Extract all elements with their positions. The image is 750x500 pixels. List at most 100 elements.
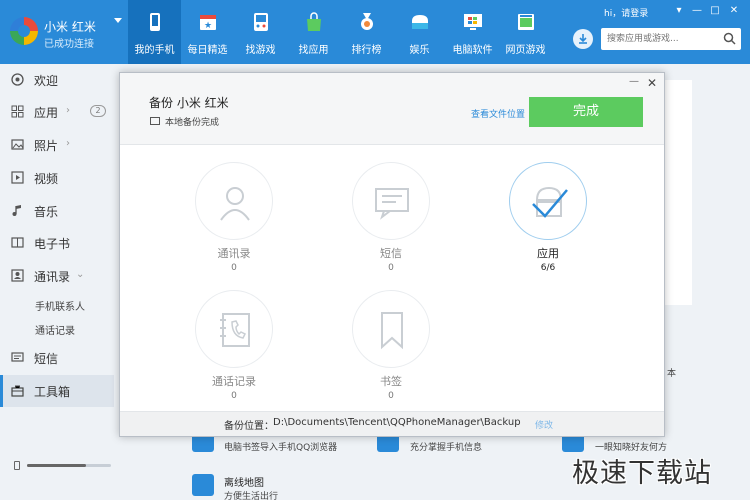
phone-small-icon <box>14 461 20 470</box>
search-box <box>601 28 741 50</box>
nav-label: 我的手机 <box>134 45 175 56</box>
sidebar-item-label: 视频 <box>34 172 59 186</box>
download-icon <box>579 34 587 44</box>
tile-name: 书签 <box>380 375 402 388</box>
tile-circle <box>352 162 430 240</box>
sidebar-item-videos[interactable]: 视频 <box>0 162 114 194</box>
chevron-right-icon: › <box>66 138 70 149</box>
offline-map-tool-icon[interactable] <box>192 474 214 496</box>
tile-circle <box>352 290 430 368</box>
toolbox-icon <box>11 385 24 397</box>
tile-name: 通话记录 <box>212 375 256 388</box>
bookmark-icon <box>381 312 403 350</box>
device-logo-icon <box>10 17 38 45</box>
sidebar-item-toolbox[interactable]: 工具箱 <box>0 375 114 407</box>
phone-icon <box>150 13 160 31</box>
chevron-down-icon[interactable] <box>114 18 122 23</box>
top-bar: 小米 红米 已成功连接 我的手机 ★ 每日精选 找游戏 找应用 排行榜 娱乐 电… <box>0 0 750 64</box>
tile-count: 6/6 <box>540 263 556 273</box>
backup-dialog: 备份 小米 红米 本地备份完成 查看文件位置 完成 — ✕ 通讯录 0 短信 0… <box>119 72 665 437</box>
finish-button[interactable]: 完成 <box>529 97 643 127</box>
sidebar-item-label: 通讯录 <box>34 270 71 284</box>
dialog-minimize-button[interactable]: — <box>628 77 640 87</box>
storage-slider[interactable] <box>27 464 111 467</box>
nav-label: 网页游戏 <box>505 45 546 56</box>
welcome-icon <box>11 73 24 86</box>
monitor-icon <box>464 14 482 30</box>
connection-status: 已成功连接 <box>44 39 94 50</box>
cloud-icon <box>412 15 428 29</box>
main-nav: 我的手机 ★ 每日精选 找游戏 找应用 排行榜 娱乐 电脑软件 网页游戏 <box>128 0 552 64</box>
sidebar-subitem-call-log[interactable]: 通话记录 <box>35 322 75 337</box>
tool-description: 方便生活出行 <box>224 492 279 500</box>
tool-description: 电脑书签导入手机QQ浏览器 <box>224 443 338 453</box>
backup-item-sms[interactable]: 短信 0 <box>317 162 465 273</box>
calendar-star-icon: ★ <box>200 15 216 31</box>
backup-location-label: 备份位置： <box>224 421 274 432</box>
backup-item-apps[interactable]: 应用 6/6 <box>474 162 622 273</box>
tile-name: 通讯录 <box>217 247 251 260</box>
tile-count: 0 <box>231 391 237 401</box>
tile-name: 应用 <box>537 247 559 260</box>
maximize-button[interactable]: □ <box>708 5 722 17</box>
computer-icon <box>150 117 160 125</box>
close-button[interactable]: ✕ <box>727 5 741 17</box>
nav-pc-software[interactable]: 电脑软件 <box>446 0 499 64</box>
sidebar-item-label: 应用 <box>34 106 59 120</box>
search-input[interactable] <box>607 31 717 47</box>
tool-title[interactable]: 离线地图 <box>224 474 264 489</box>
watermark: 极速下载站 <box>572 458 712 489</box>
view-file-location-link[interactable]: 查看文件位置 <box>471 107 525 120</box>
backup-status: 本地备份完成 <box>165 118 220 128</box>
sidebar-item-ebooks[interactable]: 电子书 <box>0 227 114 259</box>
nav-web-games[interactable]: 网页游戏 <box>499 0 552 64</box>
change-location-link[interactable]: 修改 <box>535 418 553 431</box>
nav-daily-picks[interactable]: ★ 每日精选 <box>181 0 234 64</box>
sidebar-item-photos[interactable]: 照片 › <box>0 129 114 161</box>
contacts-icon <box>11 269 24 282</box>
tile-circle <box>509 162 587 240</box>
web-game-icon <box>518 14 534 30</box>
sidebar: 欢迎 应用 › 2 照片 › 视频 音乐 电子书 通讯录 ⌄ 手机联系人 通话记… <box>0 64 114 500</box>
search-icon[interactable] <box>723 32 736 45</box>
book-icon <box>11 237 24 248</box>
tile-count: 0 <box>231 263 237 273</box>
sidebar-item-label: 欢迎 <box>34 74 59 88</box>
sidebar-item-label: 照片 <box>34 139 59 153</box>
nav-rankings[interactable]: 排行榜 <box>340 0 393 64</box>
sidebar-item-contacts[interactable]: 通讯录 ⌄ <box>0 260 114 292</box>
call-log-icon <box>220 313 250 347</box>
sidebar-item-label: 电子书 <box>34 237 71 251</box>
nav-find-apps[interactable]: 找应用 <box>287 0 340 64</box>
nav-my-phone[interactable]: 我的手机 <box>128 0 181 64</box>
tile-circle <box>195 290 273 368</box>
music-icon <box>12 205 21 216</box>
nav-find-games[interactable]: 找游戏 <box>234 0 287 64</box>
sidebar-item-apps[interactable]: 应用 › 2 <box>0 96 114 128</box>
device-selector[interactable]: 小米 红米 已成功连接 <box>0 0 128 64</box>
tool-description: 充分掌握手机信息 <box>410 443 483 453</box>
sidebar-item-music[interactable]: 音乐 <box>0 195 114 227</box>
tile-name: 短信 <box>380 247 402 260</box>
sidebar-subitem-phone-contacts[interactable]: 手机联系人 <box>35 298 85 313</box>
nav-label: 每日精选 <box>187 45 228 56</box>
login-link[interactable]: hi，请登录 <box>604 6 648 19</box>
nav-label: 排行榜 <box>351 45 382 56</box>
nav-label: 找游戏 <box>245 45 276 56</box>
medal-icon <box>361 13 373 30</box>
backup-item-bookmarks[interactable]: 书签 0 <box>317 290 465 401</box>
menu-dropdown-button[interactable]: ▾ <box>672 5 686 17</box>
svg-text:★: ★ <box>204 21 212 31</box>
backup-item-call-log[interactable]: 通话记录 0 <box>160 290 308 401</box>
download-manager-button[interactable] <box>573 29 593 49</box>
minimize-button[interactable]: — <box>690 5 704 17</box>
backup-item-contacts[interactable]: 通讯录 0 <box>160 162 308 273</box>
dialog-close-button[interactable]: ✕ <box>646 77 658 89</box>
dialog-header: 备份 小米 红米 本地备份完成 查看文件位置 完成 — ✕ <box>120 73 664 145</box>
sidebar-item-sms[interactable]: 短信 <box>0 342 114 374</box>
apps-grid-icon <box>11 105 24 118</box>
nav-entertainment[interactable]: 娱乐 <box>393 0 446 64</box>
sidebar-item-welcome[interactable]: 欢迎 <box>0 64 114 96</box>
backup-location-path: D:\Documents\Tencent\QQPhoneManager\Back… <box>273 417 521 428</box>
nav-label: 娱乐 <box>409 45 430 56</box>
